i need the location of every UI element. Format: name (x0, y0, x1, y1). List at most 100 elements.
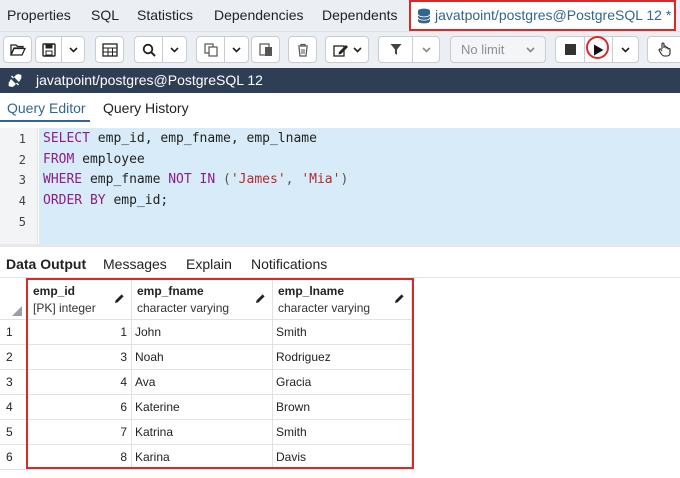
panel-tab-bar: Properties SQL Statistics Dependencies D… (0, 0, 680, 32)
chevron-down-icon (170, 46, 179, 53)
query-toolbar: No limit (0, 32, 680, 68)
cell-emp-id[interactable]: 1 (28, 320, 132, 345)
connection-bar: javatpoint/postgres@PostgreSQL 12 (0, 68, 680, 93)
code-line-2: FROM employee (43, 152, 145, 167)
tab-dependents[interactable]: Dependents (322, 0, 398, 32)
paste-icon (258, 43, 272, 56)
cell-emp-fname[interactable]: Noah (132, 345, 273, 370)
cell-emp-id[interactable]: 3 (28, 345, 132, 370)
cell-emp-lname[interactable]: Davis (273, 445, 412, 470)
column-header-emp-id[interactable]: emp_id [PK] integer (28, 279, 132, 320)
sql-text: ( (215, 172, 231, 187)
cell-emp-lname[interactable]: Smith (273, 320, 412, 345)
tab-statistics[interactable]: Statistics (137, 0, 193, 32)
cell-emp-lname[interactable]: Brown (273, 395, 412, 420)
select-all-icon (12, 306, 22, 316)
sql-text: emp_id, emp_fname, emp_lname (89, 131, 317, 146)
cell-emp-lname[interactable]: Gracia (273, 370, 412, 395)
find-button[interactable] (135, 43, 162, 57)
editor-tab-bar: Query Editor Query History (0, 93, 680, 123)
row-number[interactable]: 1 (0, 320, 28, 345)
sql-keyword: NOT IN (168, 172, 216, 187)
cell-emp-fname[interactable]: Katerine (132, 395, 273, 420)
line-number: 5 (18, 215, 26, 229)
cell-emp-fname[interactable]: Karina (132, 445, 273, 470)
commit-button[interactable] (647, 36, 680, 63)
cell-emp-fname[interactable]: Katrina (132, 420, 273, 445)
filter-options-caret[interactable] (412, 37, 439, 62)
tab-sql[interactable]: SQL (91, 0, 119, 32)
tab-query-editor[interactable]: Query Editor (7, 100, 86, 116)
find-button-group[interactable] (134, 36, 187, 63)
cell-emp-id[interactable]: 4 (28, 370, 132, 395)
save-button-group[interactable] (35, 36, 85, 63)
tab-notifications[interactable]: Notifications (251, 256, 327, 272)
row-limit-select[interactable]: No limit (450, 36, 546, 63)
tab-query-history[interactable]: Query History (103, 100, 189, 116)
database-icon (417, 8, 431, 24)
row-number[interactable]: 4 (0, 395, 28, 420)
hand-pointer-icon (658, 42, 671, 57)
sql-text: emp_fname (82, 172, 169, 187)
panel-splitter[interactable] (0, 244, 680, 247)
row-number[interactable]: 3 (0, 370, 28, 395)
sql-text: ) (340, 172, 349, 187)
pencil-icon (115, 294, 124, 303)
sql-keyword: SELECT (43, 131, 90, 146)
line-number: 1 (18, 132, 26, 146)
delete-button[interactable] (288, 36, 317, 63)
tab-data-output[interactable]: Data Output (6, 256, 86, 272)
find-options-caret[interactable] (162, 37, 186, 62)
sql-text: , (285, 172, 302, 187)
code-line-1: SELECT emp_id, emp_fname, emp_lname (43, 131, 317, 146)
cell-emp-id[interactable]: 8 (28, 445, 132, 470)
tab-properties[interactable]: Properties (7, 0, 71, 32)
edit-grid-button[interactable] (95, 36, 124, 63)
sql-string: 'Mia' (301, 172, 341, 187)
play-icon (594, 44, 604, 55)
chevron-down-icon (352, 46, 362, 53)
open-file-button[interactable] (3, 36, 32, 63)
copy-icon (204, 42, 218, 57)
column-header-emp-lname[interactable]: emp_lname character varying (273, 279, 412, 320)
cell-emp-lname[interactable]: Smith (273, 420, 412, 445)
chevron-down-icon (232, 46, 241, 53)
cell-emp-fname[interactable]: John (132, 320, 273, 345)
cell-emp-lname[interactable]: Rodriguez (273, 345, 412, 370)
line-number-gutter: 1 2 3 4 5 (0, 128, 38, 244)
code-line-3: WHERE emp_fname NOT IN ('James', 'Mia') (43, 172, 348, 187)
tab-explain[interactable]: Explain (186, 256, 232, 272)
cell-emp-id[interactable]: 7 (28, 420, 132, 445)
paste-button[interactable] (251, 36, 280, 63)
chevron-down-icon (526, 47, 535, 53)
filter-button-group[interactable] (378, 36, 440, 63)
search-icon (142, 43, 156, 57)
execute-options-caret[interactable] (612, 37, 638, 62)
copy-options-caret[interactable] (224, 37, 248, 62)
copy-button-group[interactable] (196, 36, 249, 63)
column-type: character varying (278, 301, 371, 315)
execute-button[interactable] (584, 37, 612, 62)
cell-emp-fname[interactable]: Ava (132, 370, 273, 395)
stop-button[interactable] (556, 44, 584, 55)
copy-button[interactable] (197, 42, 224, 57)
tab-dependencies[interactable]: Dependencies (214, 0, 304, 32)
grid-select-all[interactable] (0, 279, 28, 320)
tab-query-tool[interactable]: javatpoint/postgres@PostgreSQL 12 * (409, 0, 676, 31)
connection-plug-icon (8, 74, 22, 87)
sql-string: 'James' (230, 172, 286, 187)
tab-messages[interactable]: Messages (103, 256, 167, 272)
sql-keyword: FROM (43, 152, 75, 167)
row-number[interactable]: 6 (0, 445, 28, 470)
line-number: 3 (18, 173, 26, 187)
row-number[interactable]: 2 (0, 345, 28, 370)
execute-button-group[interactable] (555, 36, 639, 63)
cell-emp-id[interactable]: 6 (28, 395, 132, 420)
save-options-caret[interactable] (61, 37, 84, 62)
sql-editor[interactable]: 1 2 3 4 5 SELECT emp_id, emp_fname, emp_… (0, 128, 680, 244)
column-header-emp-fname[interactable]: emp_fname character varying (132, 279, 273, 320)
filter-button[interactable] (379, 43, 412, 56)
row-number[interactable]: 5 (0, 420, 28, 445)
edit-menu-button[interactable] (325, 36, 369, 63)
save-button[interactable] (36, 42, 61, 57)
